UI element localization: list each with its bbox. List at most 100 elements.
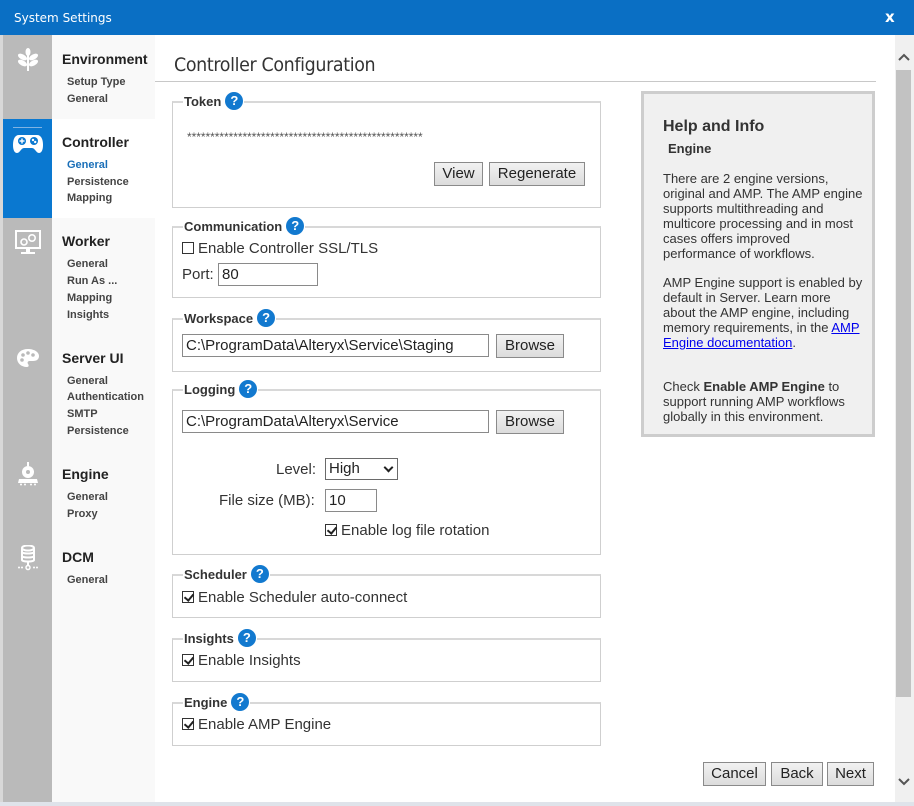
port-input[interactable]: 80 [218, 263, 318, 286]
scheduler-autoconnect-label: Enable Scheduler auto-connect [198, 589, 408, 606]
database-network-icon [17, 545, 38, 571]
scheduler-legend: Scheduler ? [183, 565, 270, 583]
help-panel-paragraph-3: Check Enable AMP Engine to support runni… [663, 379, 863, 424]
vertical-scrollbar[interactable] [895, 35, 914, 802]
rail-divider [13, 127, 42, 128]
help-panel-paragraph-2-end: . [792, 335, 796, 350]
nav-link-environment-general[interactable]: General [67, 93, 108, 105]
scrollbar-thumb[interactable] [896, 70, 911, 697]
communication-legend-label: Communication [184, 218, 283, 234]
rail-item-worker[interactable] [3, 218, 52, 335]
port-label: Port: [182, 266, 214, 283]
token-section: Token ? ********************************… [172, 92, 601, 208]
logging-section: Logging ? C:\ProgramData\Alteryx\Service… [172, 380, 601, 555]
rail-item-engine[interactable] [3, 451, 52, 535]
logging-help-icon[interactable]: ? [239, 380, 258, 398]
nav-link-worker-mapping[interactable]: Mapping [67, 292, 112, 304]
help-panel-paragraph-3-text: Check [663, 379, 704, 394]
ssl-tls-label: Enable Controller SSL/TLS [198, 240, 379, 257]
help-panel-paragraph-3-bold: Enable AMP Engine [703, 379, 825, 394]
chevron-down-icon [383, 462, 394, 473]
workspace-path-input[interactable]: C:\ProgramData\Alteryx\Service\Staging [182, 334, 489, 357]
nav-link-server-ui-general[interactable]: General [67, 375, 108, 387]
gamepad-icon [12, 135, 43, 153]
view-token-button[interactable]: View [434, 162, 483, 186]
close-icon[interactable]: x [885, 8, 895, 26]
nav-link-worker-run-as[interactable]: Run As ... [67, 275, 117, 287]
nav-link-worker-insights[interactable]: Insights [67, 309, 109, 321]
enable-amp-engine-checkbox-box[interactable] [182, 718, 194, 730]
help-panel-paragraph-2: AMP Engine support is enabled by default… [663, 275, 863, 350]
nav-title-dcm[interactable]: DCM [62, 549, 94, 565]
rail-item-controller[interactable] [3, 119, 52, 218]
ssl-tls-checkbox-box[interactable] [182, 242, 194, 254]
regenerate-token-button[interactable]: Regenerate [489, 162, 585, 186]
help-panel-heading: Help and Info [663, 118, 765, 135]
engine-help-icon[interactable]: ? [231, 693, 250, 711]
logging-legend: Logging ? [183, 380, 259, 398]
page-title: Controller Configuration [174, 54, 376, 76]
rail-item-environment[interactable] [3, 35, 52, 119]
nav-title-engine[interactable]: Engine [62, 466, 109, 482]
logging-browse-button[interactable]: Browse [496, 410, 564, 434]
insights-help-icon[interactable]: ? [237, 629, 256, 647]
scheduler-autoconnect-checkbox[interactable]: Enable Scheduler auto-connect [182, 589, 407, 606]
insights-legend: Insights ? [183, 629, 257, 647]
window-bottom-edge [0, 802, 914, 806]
workspace-browse-button[interactable]: Browse [496, 334, 564, 358]
communication-section: Communication ? Enable Controller SSL/TL… [172, 217, 601, 298]
scheduler-autoconnect-checkbox-box[interactable] [182, 591, 194, 603]
nav-link-server-ui-authentication[interactable]: Authentication [67, 391, 144, 403]
next-button[interactable]: Next [827, 762, 874, 786]
window-title: System Settings [14, 11, 112, 25]
nav-title-worker[interactable]: Worker [62, 233, 110, 249]
nav-link-dcm-general[interactable]: General [67, 574, 108, 586]
file-size-input[interactable]: 10 [325, 489, 377, 512]
nav-link-controller-general[interactable]: General [67, 159, 108, 171]
nav-link-worker-general[interactable]: General [67, 258, 108, 270]
nav-link-controller-mapping[interactable]: Mapping [67, 192, 112, 204]
help-panel-paragraph-1: There are 2 engine versions, original an… [663, 171, 863, 261]
workspace-help-icon[interactable]: ? [257, 309, 276, 327]
nav-link-engine-proxy[interactable]: Proxy [67, 508, 98, 520]
nav-link-server-ui-smtp[interactable]: SMTP [67, 408, 98, 420]
engine-section: Engine ? Enable AMP Engine [172, 693, 601, 746]
engine-legend: Engine ? [183, 693, 251, 711]
log-rotation-label: Enable log file rotation [341, 522, 490, 539]
token-value: ****************************************… [187, 130, 423, 144]
title-bar: System Settings x [0, 0, 914, 35]
enable-insights-checkbox-box[interactable] [182, 654, 194, 666]
nav-title-environment[interactable]: Environment [62, 51, 148, 67]
nav-link-environment-setup-type[interactable]: Setup Type [67, 76, 125, 88]
token-legend: Token ? [183, 92, 245, 110]
title-divider [155, 81, 876, 82]
enable-insights-label: Enable Insights [198, 652, 301, 669]
log-rotation-checkbox[interactable]: Enable log file rotation [325, 522, 489, 539]
enable-insights-checkbox[interactable]: Enable Insights [182, 652, 301, 669]
nav-title-server-ui[interactable]: Server UI [62, 350, 123, 366]
enable-amp-engine-checkbox[interactable]: Enable AMP Engine [182, 716, 331, 733]
workspace-legend: Workspace ? [183, 309, 277, 327]
rail-item-server-ui[interactable] [3, 335, 52, 451]
enable-amp-engine-label: Enable AMP Engine [198, 716, 332, 733]
log-rotation-checkbox-box[interactable] [325, 524, 337, 536]
back-button[interactable]: Back [771, 762, 823, 786]
scroll-down-icon[interactable] [897, 775, 911, 789]
log-level-value: High [329, 460, 360, 477]
token-help-icon[interactable]: ? [225, 92, 244, 110]
scroll-up-icon[interactable] [897, 50, 911, 64]
log-level-select[interactable]: High [325, 458, 398, 480]
nav-link-engine-general[interactable]: General [67, 491, 108, 503]
nav-title-controller[interactable]: Controller [62, 134, 129, 150]
nav-link-server-ui-persistence[interactable]: Persistence [67, 425, 129, 437]
ssl-tls-checkbox[interactable]: Enable Controller SSL/TLS [182, 240, 378, 257]
scheduler-help-icon[interactable]: ? [250, 565, 269, 583]
token-legend-label: Token [184, 93, 222, 109]
rail-item-dcm[interactable] [3, 535, 52, 605]
logging-path-input[interactable]: C:\ProgramData\Alteryx\Service [182, 410, 489, 433]
cancel-button[interactable]: Cancel [703, 762, 766, 786]
insights-section: Insights ? Enable Insights [172, 629, 601, 682]
communication-help-icon[interactable]: ? [286, 217, 305, 235]
nav-link-controller-persistence[interactable]: Persistence [67, 176, 129, 188]
engine-legend-label: Engine [184, 694, 228, 710]
